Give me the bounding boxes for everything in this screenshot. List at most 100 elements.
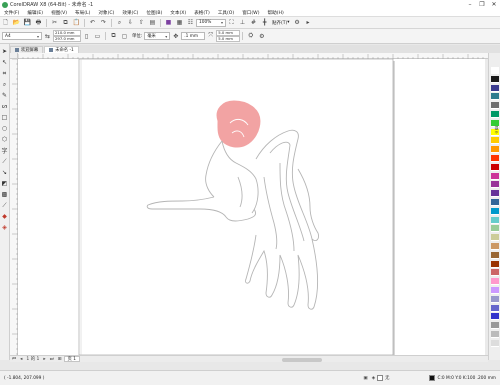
- first-page-icon[interactable]: ⏮: [10, 356, 18, 362]
- transparency-tool-icon[interactable]: ▩: [1, 191, 9, 199]
- document-color-icon[interactable]: ▣: [361, 376, 369, 381]
- color-swatch[interactable]: [491, 181, 499, 189]
- cut-icon[interactable]: ✂: [50, 18, 59, 27]
- menu-table[interactable]: 表格(T): [190, 10, 214, 16]
- color-swatch[interactable]: [491, 172, 499, 180]
- duplicate-y-field[interactable]: 5.0 mm: [216, 36, 241, 42]
- maximize-button[interactable]: ❐: [476, 0, 488, 9]
- freehand-tool-icon[interactable]: ✎: [1, 92, 9, 100]
- undo-icon[interactable]: ↶: [88, 18, 97, 27]
- drawing-canvas[interactable]: [18, 59, 488, 355]
- color-swatch[interactable]: [491, 216, 499, 224]
- tab-welcome-screen[interactable]: 欢迎屏幕: [10, 46, 44, 53]
- rectangle-tool-icon[interactable]: □: [1, 114, 9, 122]
- menu-object[interactable]: 对象(C): [94, 10, 118, 16]
- menu-text[interactable]: 文本(X): [166, 10, 190, 16]
- app-launcher-icon[interactable]: ■: [164, 18, 173, 27]
- color-swatch[interactable]: [491, 225, 499, 233]
- color-swatch[interactable]: [491, 322, 499, 330]
- save-icon[interactable]: 💾: [23, 18, 32, 27]
- show-grid-icon[interactable]: #: [249, 18, 258, 27]
- units-combo[interactable]: 毫米 ▾: [144, 32, 171, 40]
- color-swatch[interactable]: [491, 278, 499, 286]
- zoom-level-combo[interactable]: 100% ▾: [196, 18, 226, 27]
- zoom-tool-icon[interactable]: ⌕: [1, 81, 9, 89]
- interactive-fill-icon[interactable]: ◆: [1, 213, 9, 221]
- artistic-media-icon[interactable]: ᔕ: [1, 103, 9, 111]
- eyedropper-icon[interactable]: ⟋: [1, 202, 9, 210]
- connector-tool-icon[interactable]: ↘: [1, 169, 9, 177]
- menu-edit[interactable]: 编辑(E): [23, 10, 47, 16]
- menu-layout[interactable]: 布局(L): [71, 10, 94, 16]
- launch-icon[interactable]: ▸: [304, 18, 313, 27]
- menu-file[interactable]: 文件(F): [0, 10, 23, 16]
- horizontal-scrollbar[interactable]: [282, 357, 322, 362]
- polygon-tool-icon[interactable]: ⬡: [1, 136, 9, 144]
- menu-help[interactable]: 帮助(H): [264, 10, 288, 16]
- color-swatch[interactable]: [491, 75, 499, 83]
- drop-shadow-icon[interactable]: ◩: [1, 180, 9, 188]
- page-tab-1[interactable]: 页 1: [63, 356, 80, 362]
- options-icon[interactable]: ⚙: [257, 32, 266, 41]
- minimize-button[interactable]: –: [464, 0, 476, 9]
- options-gear-icon[interactable]: ⚙: [293, 18, 302, 27]
- pick-tool-icon[interactable]: ➤: [1, 48, 9, 56]
- color-swatch[interactable]: [491, 234, 499, 242]
- color-swatch[interactable]: [491, 207, 499, 215]
- current-page-icon[interactable]: ▢: [120, 32, 129, 41]
- ellipse-tool-icon[interactable]: ○: [1, 125, 9, 133]
- copy-icon[interactable]: ⧉: [61, 18, 70, 27]
- add-page-icon[interactable]: ⊞: [56, 357, 64, 362]
- color-swatch[interactable]: [491, 190, 499, 198]
- portrait-icon[interactable]: ▯: [82, 32, 91, 41]
- import-icon[interactable]: ⇩: [126, 18, 135, 27]
- text-tool-icon[interactable]: 字: [1, 147, 9, 155]
- color-swatch[interactable]: [491, 331, 499, 338]
- full-screen-icon[interactable]: ⛶: [227, 18, 236, 27]
- paste-icon[interactable]: 📋: [72, 18, 81, 27]
- show-rulers-icon[interactable]: ⊥: [238, 18, 247, 27]
- color-swatch[interactable]: [491, 260, 499, 268]
- color-swatch[interactable]: [491, 287, 499, 294]
- redo-icon[interactable]: ↷: [99, 18, 108, 27]
- page-height-field[interactable]: 297.0 mm: [53, 36, 81, 42]
- color-swatch[interactable]: [491, 84, 499, 92]
- color-swatch[interactable]: [491, 251, 499, 259]
- shape-tool-icon[interactable]: ↖: [1, 59, 9, 67]
- close-button[interactable]: ✕: [488, 0, 500, 9]
- menu-bitmaps[interactable]: 位图(B): [142, 10, 166, 16]
- corel-connect-icon[interactable]: ☷: [186, 18, 195, 27]
- color-swatch[interactable]: [491, 295, 499, 303]
- smart-fill-icon[interactable]: ◈: [1, 224, 9, 232]
- parallel-dimension-icon[interactable]: ⟋: [1, 158, 9, 166]
- color-swatch[interactable]: [491, 313, 499, 321]
- print-icon[interactable]: 🖶: [34, 18, 43, 27]
- page-size-combo[interactable]: A4 ▾: [2, 32, 42, 40]
- menu-effects[interactable]: 效果(C): [118, 10, 142, 16]
- tab-untitled-1[interactable]: 未命名 -1: [44, 46, 79, 53]
- search-content-icon[interactable]: ⌕: [115, 18, 124, 27]
- welcome-screen-icon[interactable]: ▦: [175, 18, 184, 27]
- open-folder-icon[interactable]: 📂: [12, 18, 21, 27]
- last-page-icon[interactable]: ⏭: [48, 356, 56, 362]
- menu-tools[interactable]: 工具(O): [214, 10, 238, 16]
- color-swatch[interactable]: [491, 339, 499, 347]
- export-pdf-icon[interactable]: ▤: [148, 18, 157, 27]
- show-guidelines-icon[interactable]: ╋: [260, 18, 269, 27]
- crop-tool-icon[interactable]: ⌗: [1, 70, 9, 78]
- landscape-icon[interactable]: ▭: [93, 32, 102, 41]
- all-pages-icon[interactable]: ⧉: [109, 32, 118, 41]
- color-swatch[interactable]: [491, 199, 499, 206]
- snap-to-dropdown[interactable]: 贴齐(T) ▾: [270, 18, 292, 27]
- edit-across-layers-icon[interactable]: ⛭: [246, 32, 255, 41]
- color-swatch[interactable]: [491, 269, 499, 277]
- nudge-distance-field[interactable]: .1 mm: [181, 32, 206, 40]
- color-swatch[interactable]: [491, 67, 499, 74]
- color-swatch[interactable]: [491, 243, 499, 250]
- color-swatch[interactable]: [491, 304, 499, 312]
- menu-view[interactable]: 视图(V): [47, 10, 71, 16]
- export-icon[interactable]: ⇧: [137, 18, 146, 27]
- menu-window[interactable]: 窗口(W): [238, 10, 263, 16]
- new-document-icon[interactable]: 🗋: [1, 18, 10, 27]
- vertical-ruler[interactable]: [10, 58, 18, 355]
